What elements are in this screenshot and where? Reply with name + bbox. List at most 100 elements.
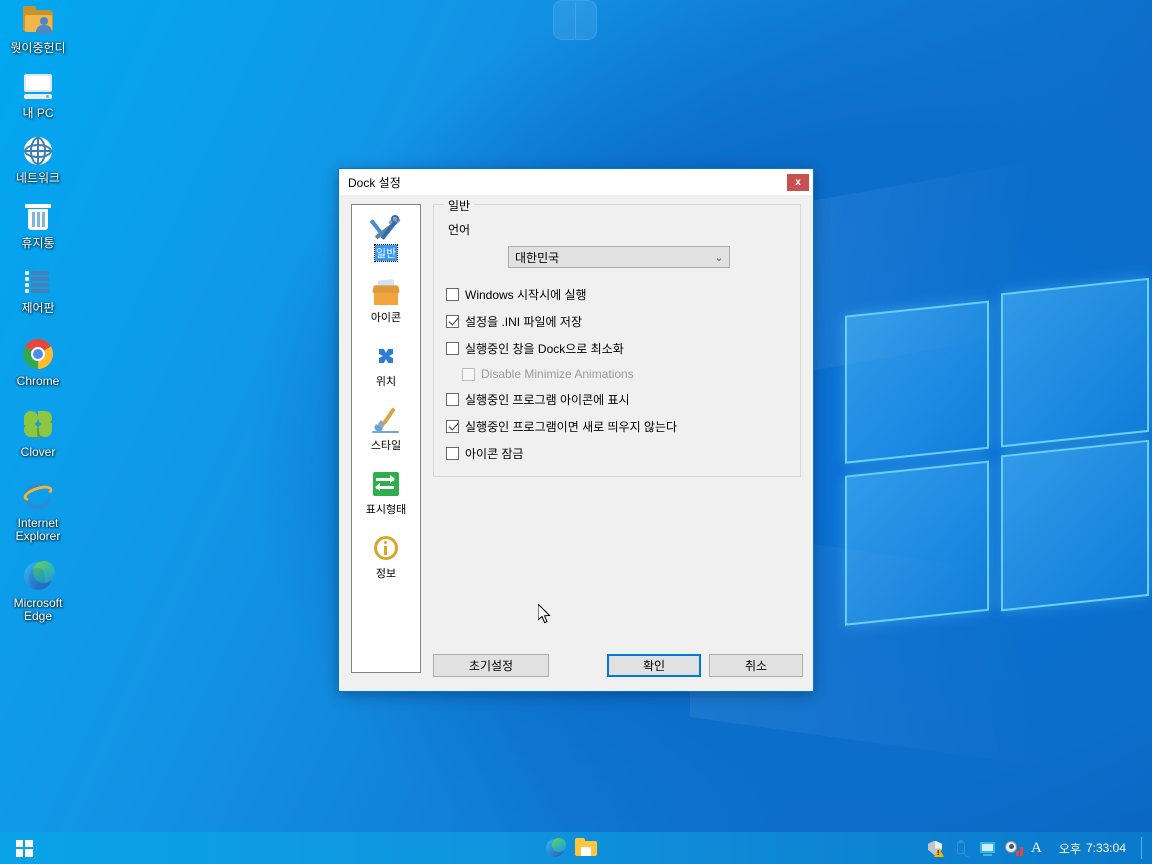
system-tray: A 오후 7:33:04 xyxy=(927,837,1152,859)
wallpaper-rounded-square xyxy=(553,0,597,40)
info-icon xyxy=(371,533,401,563)
chevron-down-icon: ⌄ xyxy=(714,251,724,264)
checkbox-label: 실행중인 프로그램 아이콘에 표시 xyxy=(465,393,630,407)
groupbox-title: 일반 xyxy=(444,197,475,214)
volume-icon[interactable] xyxy=(1005,840,1024,857)
safely-remove-usb-icon[interactable] xyxy=(953,839,970,857)
desktop-icon-label: Internet Explorer xyxy=(15,516,61,543)
clover-icon xyxy=(21,408,55,442)
move-arrows-icon xyxy=(371,341,401,371)
checkbox-label: 설정을 .INI 파일에 저장 xyxy=(465,315,582,329)
desktop-icon-my-pc[interactable]: 내 PC xyxy=(0,69,76,120)
checkbox-row-show-running-indicator[interactable]: 실행중인 프로그램 아이콘에 표시 xyxy=(446,391,788,408)
sidebar-item-label: 정보 xyxy=(375,568,397,580)
desktop-icon-label: Clover xyxy=(20,445,56,459)
defaults-button[interactable]: 초기설정 xyxy=(433,654,549,677)
checkbox-row-minimize-to-dock[interactable]: 실행중인 창을 Dock으로 최소화 xyxy=(446,340,788,357)
file-explorer-taskbar-icon[interactable] xyxy=(575,837,597,859)
microsoft-edge-icon xyxy=(21,559,55,593)
sidebar-item-style[interactable]: 스타일 xyxy=(352,400,420,456)
security-shield-warning-icon[interactable] xyxy=(927,840,945,857)
sidebar-item-label: 일반 xyxy=(373,244,399,262)
checkbox-indicator xyxy=(462,367,475,381)
sidebar-item-info[interactable]: 정보 xyxy=(352,528,420,584)
recycle-bin-icon xyxy=(21,199,55,233)
dialog-titlebar[interactable]: Dock 설정 x xyxy=(339,169,813,196)
checkbox-row-lock-icons[interactable]: 아이콘 잠금 xyxy=(446,445,788,462)
desktop-icon-control-panel[interactable]: 제어판 xyxy=(0,264,76,315)
desktop-icon-network[interactable]: 네트워크 xyxy=(0,134,76,185)
checkbox-label: 실행중인 창을 Dock으로 최소화 xyxy=(465,342,624,356)
general-checkbox-list: Windows 시작시에 실행 설정을 .INI 파일에 저장 실행중인 창을 … xyxy=(446,286,788,462)
ime-indicator[interactable]: A xyxy=(1031,840,1042,857)
checkbox-row-disable-minimize-animations: Disable Minimize Animations xyxy=(462,367,788,381)
swap-arrows-icon xyxy=(371,469,401,499)
sidebar-item-label: 스타일 xyxy=(370,440,402,452)
desktop-icon-label: 네트워크 xyxy=(15,171,61,185)
checkbox-indicator[interactable] xyxy=(446,393,459,406)
box-icon xyxy=(371,277,401,307)
general-groupbox: 일반 언어 대한민국 ⌄ Windows 시작시에 실행 설정을 .INI 파일… xyxy=(433,197,801,477)
clock-time: 7:33:04 xyxy=(1085,841,1126,855)
settings-category-list[interactable]: 일반 아이콘 위치 스타일 표시형태 정보 xyxy=(351,204,421,673)
sidebar-item-display-mode[interactable]: 표시형태 xyxy=(352,464,420,520)
language-select[interactable]: 대한민국 ⌄ xyxy=(508,246,730,268)
desktop-icon-label: Microsoft Edge xyxy=(13,596,63,623)
desktop-icon-microsoft-edge[interactable]: Microsoft Edge xyxy=(0,559,76,623)
control-panel-icon xyxy=(21,264,55,298)
wallpaper-windows-logo xyxy=(845,277,1149,626)
sidebar-item-label: 위치 xyxy=(375,376,397,388)
taskbar-clock[interactable]: 오후 7:33:04 xyxy=(1051,840,1132,857)
dock-settings-dialog[interactable]: Dock 설정 x 일반 아이콘 위치 스타일 표시형태 정보 일반 언어 대한… xyxy=(338,168,814,692)
dialog-body: 일반 아이콘 위치 스타일 표시형태 정보 일반 언어 대한민국 ⌄ Windo… xyxy=(339,196,813,692)
desktop-icon-list: 뭣이중헌디 내 PC 네트워크 휴지통 제어판 Chrome Clover In… xyxy=(0,0,78,637)
desktop-icon-chrome[interactable]: Chrome xyxy=(0,337,76,388)
desktop-icon-label: Chrome xyxy=(16,374,60,388)
globe-icon xyxy=(21,134,55,168)
checkbox-row-save-ini[interactable]: 설정을 .INI 파일에 저장 xyxy=(446,313,788,330)
checkbox-label: Disable Minimize Animations xyxy=(481,367,634,381)
general-settings-panel: 일반 언어 대한민국 ⌄ Windows 시작시에 실행 설정을 .INI 파일… xyxy=(433,197,801,477)
desktop[interactable]: 뭣이중헌디 내 PC 네트워크 휴지통 제어판 Chrome Clover In… xyxy=(0,0,1152,864)
checkbox-indicator[interactable] xyxy=(446,288,459,301)
dialog-title: Dock 설정 xyxy=(348,175,401,190)
checkbox-label: 아이콘 잠금 xyxy=(465,447,524,461)
language-label: 언어 xyxy=(448,223,471,237)
desktop-icon-folder-user[interactable]: 뭣이중헌디 xyxy=(0,4,76,55)
checkbox-label: Windows 시작시에 실행 xyxy=(465,288,587,302)
sidebar-item-icons[interactable]: 아이콘 xyxy=(352,272,420,328)
checkbox-row-run-at-startup[interactable]: Windows 시작시에 실행 xyxy=(446,286,788,303)
desktop-icon-internet-explorer[interactable]: Internet Explorer xyxy=(0,477,76,543)
folder-user-icon xyxy=(21,4,55,38)
monitor-icon xyxy=(21,69,55,103)
tools-icon xyxy=(369,213,401,243)
tray-divider xyxy=(1141,837,1142,859)
microsoft-edge-taskbar-icon[interactable] xyxy=(545,838,566,858)
desktop-icon-label: 내 PC xyxy=(22,106,54,120)
checkbox-indicator[interactable] xyxy=(446,315,459,328)
chrome-icon xyxy=(21,337,55,371)
checkbox-indicator[interactable] xyxy=(446,447,459,460)
checkbox-indicator[interactable] xyxy=(446,420,459,433)
desktop-icon-clover[interactable]: Clover xyxy=(0,408,76,459)
cancel-button[interactable]: 취소 xyxy=(709,654,803,677)
sidebar-item-general[interactable]: 일반 xyxy=(352,208,420,264)
start-button[interactable] xyxy=(0,832,48,864)
internet-explorer-icon xyxy=(19,477,57,515)
checkbox-label: 실행중인 프로그램이면 새로 띄우지 않는다 xyxy=(465,420,678,434)
windows-start-icon xyxy=(15,839,33,857)
checkbox-indicator[interactable] xyxy=(446,342,459,355)
sidebar-item-label: 표시형태 xyxy=(365,504,407,516)
desktop-icon-label: 제어판 xyxy=(21,301,55,315)
taskbar[interactable]: A 오후 7:33:04 xyxy=(0,832,1152,864)
desktop-icon-label: 휴지통 xyxy=(21,236,55,250)
close-icon[interactable]: x xyxy=(787,173,809,191)
taskbar-app-list xyxy=(545,837,597,859)
sidebar-item-position[interactable]: 위치 xyxy=(352,336,420,392)
checkbox-row-no-new-instance[interactable]: 실행중인 프로그램이면 새로 띄우지 않는다 xyxy=(446,418,788,435)
desktop-icon-recycle-bin[interactable]: 휴지통 xyxy=(0,199,76,250)
ok-button[interactable]: 확인 xyxy=(607,654,701,677)
paintbrush-icon xyxy=(371,405,401,435)
desktop-icon-label: 뭣이중헌디 xyxy=(10,41,66,55)
display-monitor-icon[interactable] xyxy=(979,840,996,857)
